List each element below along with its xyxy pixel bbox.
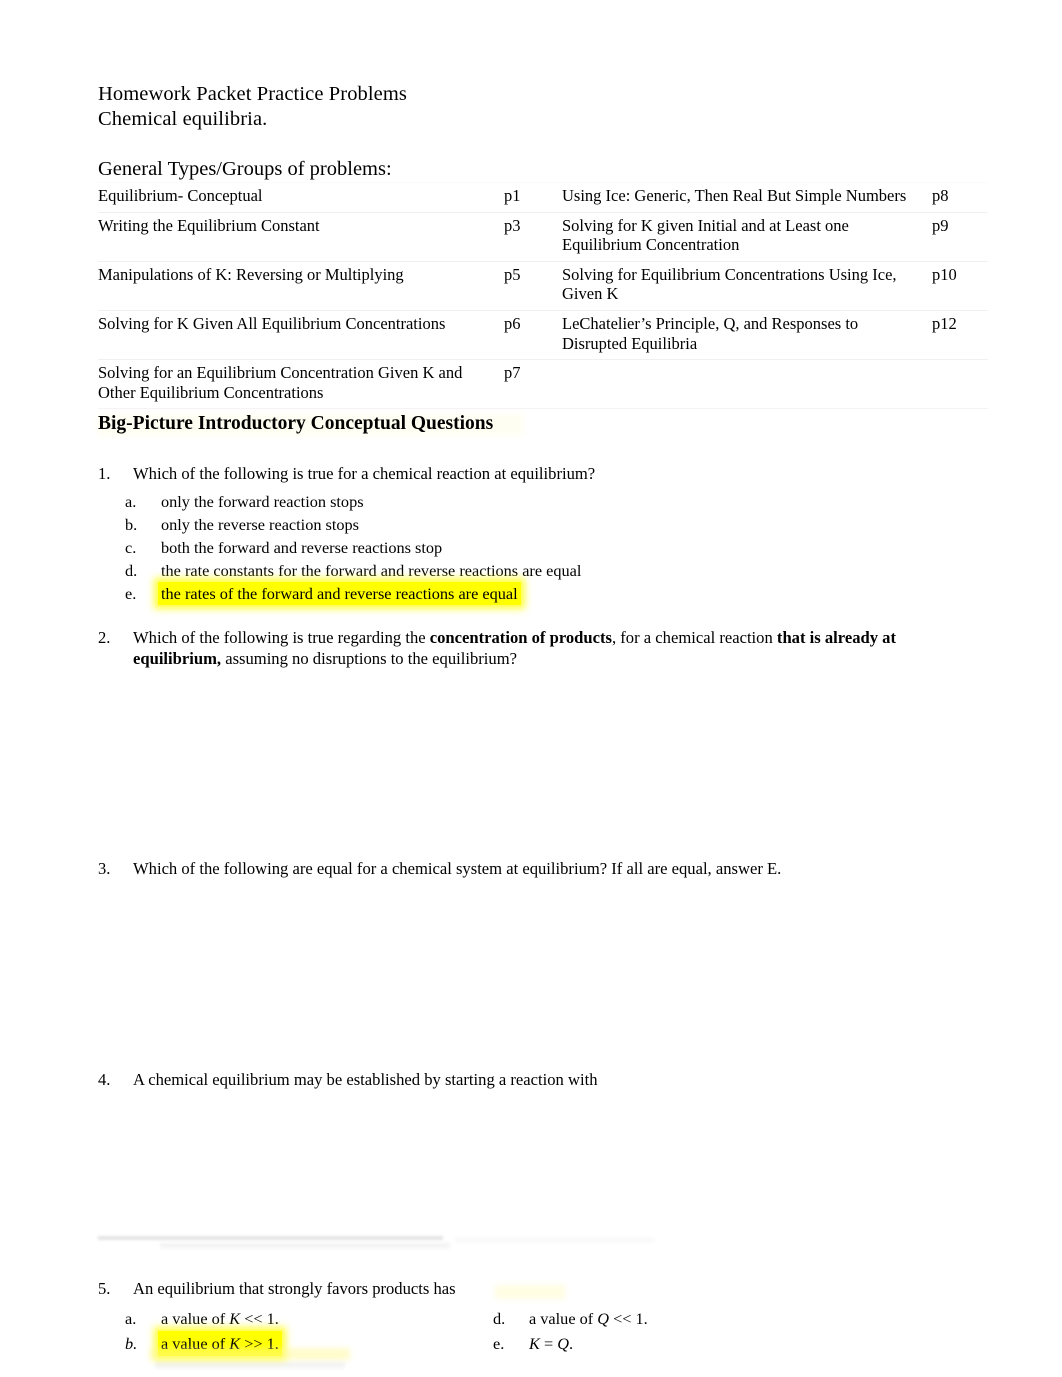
choice-5d-letter: d. bbox=[493, 1309, 506, 1328]
toc-topic-right: LeChatelier’s Principle, Q, and Response… bbox=[562, 309, 932, 361]
choice-5d-variable: Q bbox=[597, 1309, 610, 1328]
choice-1e-text: the rates of the forward and reverse rea… bbox=[158, 582, 521, 605]
table-row: Equilibrium- Conceptual p1 Using Ice: Ge… bbox=[98, 182, 988, 213]
toc-page-right: p12 bbox=[932, 309, 988, 361]
toc-topic-left: Equilibrium- Conceptual bbox=[98, 182, 504, 213]
scan-artifact bbox=[455, 1238, 655, 1242]
toc-page-left: p5 bbox=[504, 260, 562, 311]
toc-topic-right: Solving for K given Initial and at Least… bbox=[562, 211, 932, 262]
choice-1c[interactable]: c. both the forward and reverse reaction… bbox=[125, 536, 584, 559]
choice-1e-letter: e. bbox=[125, 584, 137, 603]
document-title-line-2: Chemical equilibria. bbox=[98, 108, 268, 130]
question-1-text: Which of the following is true for a che… bbox=[133, 464, 596, 483]
choice-5e-variable-1: K bbox=[529, 1334, 540, 1353]
toc-topic-right: Solving for Equilibrium Concentrations U… bbox=[562, 260, 932, 311]
choice-5d-text: a value of Q << 1. bbox=[526, 1306, 651, 1331]
choice-1e[interactable]: e. the rates of the forward and reverse … bbox=[125, 582, 584, 605]
cut-off-choice-highlight bbox=[150, 1348, 350, 1360]
table-row: Writing the Equilibrium Constant p3 Solv… bbox=[98, 211, 988, 262]
choice-1d-text: the rate constants for the forward and r… bbox=[161, 561, 582, 580]
question-5-number: 5. bbox=[98, 1279, 111, 1298]
section-label-general-types: General Types/Groups of problems: bbox=[98, 158, 392, 180]
toc-topic-right bbox=[562, 359, 932, 410]
choice-1b-letter: b. bbox=[125, 515, 138, 534]
toc-page-left: p1 bbox=[504, 182, 562, 213]
toc-topic-left: Writing the Equilibrium Constant bbox=[98, 211, 504, 262]
choice-5a-variable: K bbox=[229, 1309, 241, 1328]
toc-page-left: p3 bbox=[504, 211, 562, 262]
page-heading-big-picture: Big-Picture Introductory Conceptual Ques… bbox=[98, 413, 494, 434]
choice-1a[interactable]: a. only the forward reaction stops bbox=[125, 490, 584, 513]
toc-topic-left: Solving for K Given All Equilibrium Conc… bbox=[98, 309, 504, 361]
toc-page-left: p7 bbox=[504, 359, 562, 410]
choice-1b[interactable]: b. only the reverse reaction stops bbox=[125, 513, 584, 536]
question-2-bold-1: concentration of products bbox=[429, 628, 612, 647]
choice-1d[interactable]: d. the rate constants for the forward an… bbox=[125, 559, 584, 582]
document-title: Homework Packet Practice Problems Chemic… bbox=[98, 82, 407, 132]
question-4: 4. A chemical equilibrium may be establi… bbox=[98, 1069, 933, 1090]
choice-1d-letter: d. bbox=[125, 561, 138, 580]
toc-page-right: p8 bbox=[932, 182, 988, 213]
table-row: Solving for K Given All Equilibrium Conc… bbox=[98, 309, 988, 361]
question-2: 2. Which of the following is true regard… bbox=[98, 627, 933, 669]
question-3-number: 3. bbox=[98, 859, 111, 878]
document-title-line-1: Homework Packet Practice Problems bbox=[98, 83, 408, 105]
choice-1c-text: both the forward and reverse reactions s… bbox=[161, 538, 443, 557]
choice-1b-text: only the reverse reaction stops bbox=[161, 515, 360, 534]
question-2-text: Which of the following is true regarding… bbox=[133, 627, 933, 669]
question-2-text-part-3: assuming no disruptions to the equilibri… bbox=[221, 649, 517, 668]
scan-artifact bbox=[160, 1243, 450, 1248]
question-3-text: Which of the following are equal for a c… bbox=[133, 859, 782, 878]
question-1-choices: a. only the forward reaction stops b. on… bbox=[125, 490, 584, 605]
choice-5b-letter: b. bbox=[125, 1334, 138, 1353]
choice-5e[interactable]: e. K = Q. bbox=[493, 1331, 813, 1356]
question-5-text: An equilibrium that strongly favors prod… bbox=[133, 1279, 456, 1298]
choice-5a-text: a value of K << 1. bbox=[158, 1306, 282, 1331]
question-2-number: 2. bbox=[98, 628, 111, 647]
question-1-number: 1. bbox=[98, 464, 111, 483]
choice-1a-text: only the forward reaction stops bbox=[161, 492, 364, 511]
table-row: Manipulations of K: Reversing or Multipl… bbox=[98, 260, 988, 311]
document-page: Homework Packet Practice Problems Chemic… bbox=[0, 0, 1062, 1377]
choice-1c-letter: c. bbox=[125, 538, 137, 557]
question-2-text-part-1: Which of the following is true regarding… bbox=[133, 628, 430, 647]
scan-artifact bbox=[155, 1362, 345, 1368]
choice-5a[interactable]: a. a value of K << 1. bbox=[125, 1306, 475, 1331]
toc-page-right: p10 bbox=[932, 260, 988, 311]
choice-5e-variable-2: Q bbox=[557, 1334, 569, 1353]
choice-5e-suffix: . bbox=[568, 1334, 574, 1353]
question-1: 1. Which of the following is true for a … bbox=[98, 463, 595, 484]
question-4-number: 4. bbox=[98, 1070, 111, 1089]
question-3: 3. Which of the following are equal for … bbox=[98, 858, 933, 879]
toc-topic-left: Solving for an Equilibrium Concentration… bbox=[98, 359, 504, 410]
choice-5e-operator: = bbox=[539, 1334, 558, 1353]
choice-5d-suffix: << 1. bbox=[609, 1309, 648, 1328]
toc-topic-left: Manipulations of K: Reversing or Multipl… bbox=[98, 260, 504, 311]
scan-artifact bbox=[98, 1236, 443, 1240]
choice-5a-prefix: a value of bbox=[161, 1309, 230, 1328]
table-row: Solving for an Equilibrium Concentration… bbox=[98, 359, 988, 410]
choice-5a-letter: a. bbox=[125, 1309, 137, 1328]
table-of-contents: Equilibrium- Conceptual p1 Using Ice: Ge… bbox=[98, 182, 988, 410]
toc-page-right bbox=[932, 359, 988, 410]
choice-5e-letter: e. bbox=[493, 1334, 505, 1353]
question-5-choices-column-right: d. a value of Q << 1. e. K = Q. bbox=[493, 1306, 813, 1356]
choice-1a-letter: a. bbox=[125, 492, 137, 511]
choice-5e-text: K = Q. bbox=[526, 1331, 576, 1356]
toc-topic-right: Using Ice: Generic, Then Real But Simple… bbox=[562, 182, 932, 213]
question-2-text-part-2: , for a chemical reaction bbox=[611, 628, 777, 647]
question-4-text: A chemical equilibrium may be establishe… bbox=[133, 1070, 598, 1089]
scan-artifact bbox=[495, 1285, 565, 1299]
toc-page-left: p6 bbox=[504, 309, 562, 361]
choice-5d[interactable]: d. a value of Q << 1. bbox=[493, 1306, 813, 1331]
toc-page-right: p9 bbox=[932, 211, 988, 262]
choice-5a-suffix: << 1. bbox=[240, 1309, 279, 1328]
choice-5d-prefix: a value of bbox=[529, 1309, 598, 1328]
question-5: 5. An equilibrium that strongly favors p… bbox=[98, 1278, 456, 1299]
